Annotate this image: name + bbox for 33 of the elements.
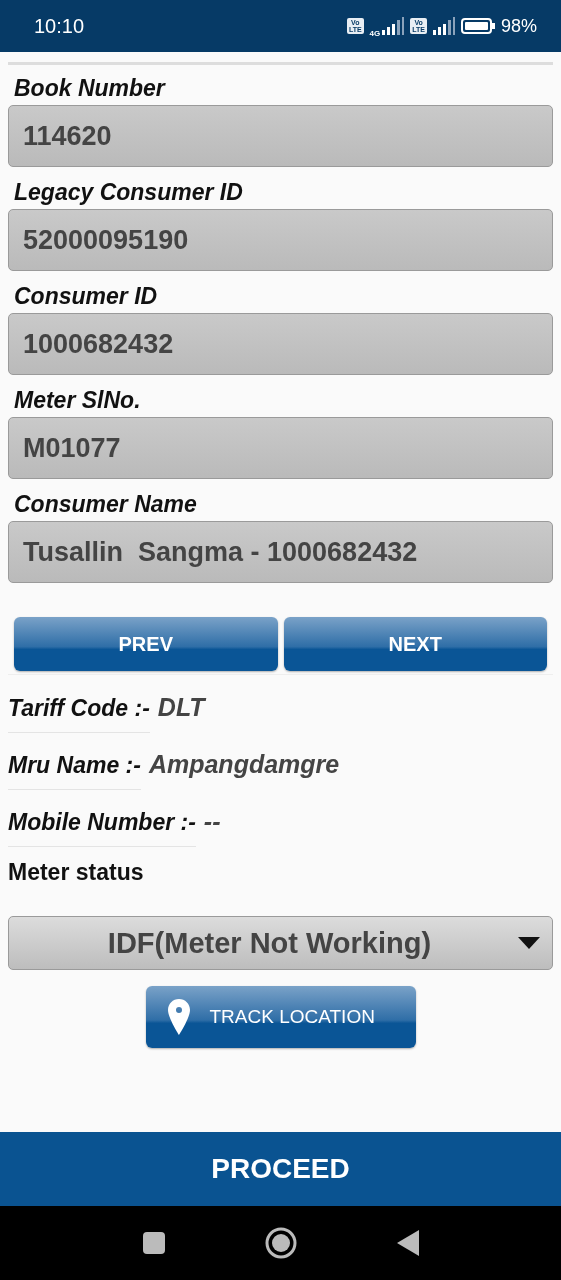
field-label: Legacy Consumer ID <box>13 178 244 207</box>
battery-icon <box>460 18 495 34</box>
track-location-button[interactable]: TRACK LOCATION <box>145 986 416 1048</box>
signal-icon <box>432 17 455 35</box>
field-label: Book Number <box>13 74 167 103</box>
signal-icon <box>382 17 405 35</box>
info-label: Mru Name :- <box>8 752 141 790</box>
prev-button[interactable]: PREV <box>14 617 278 671</box>
info-label: Mobile Number :- <box>8 809 196 847</box>
info-label: Tariff Code :- <box>8 695 150 733</box>
meter-status-label: Meter status <box>8 859 145 886</box>
meter-status-dropdown[interactable]: IDF(Meter Not Working) <box>8 916 553 970</box>
field-label: Consumer ID <box>13 282 159 311</box>
location-pin-icon <box>167 999 190 1035</box>
input-field[interactable]: 114620 <box>8 105 553 167</box>
clock-time: 10:10 <box>34 14 85 38</box>
caret-icon <box>518 937 540 949</box>
field-label: Meter SlNo. <box>13 386 142 415</box>
recent-apps-icon[interactable] <box>142 1232 165 1254</box>
next-button[interactable]: NEXT <box>283 617 547 671</box>
home-icon[interactable] <box>264 1227 297 1259</box>
info-value: DLT <box>157 693 205 722</box>
input-field[interactable]: 52000095190 <box>8 209 553 271</box>
input-field[interactable]: Tusallin Sangma - 1000682432 <box>8 521 553 583</box>
battery-percent: 98% <box>500 15 537 37</box>
proceed-button[interactable]: PROCEED <box>0 1132 561 1206</box>
info-value: -- <box>203 807 221 836</box>
network-type: 4G <box>369 28 381 38</box>
info-value: Ampangdamgre <box>148 750 340 779</box>
field-label: Consumer Name <box>13 490 198 519</box>
back-icon[interactable] <box>396 1230 419 1256</box>
input-field[interactable]: 1000682432 <box>8 313 553 375</box>
input-field[interactable]: M01077 <box>8 417 553 479</box>
